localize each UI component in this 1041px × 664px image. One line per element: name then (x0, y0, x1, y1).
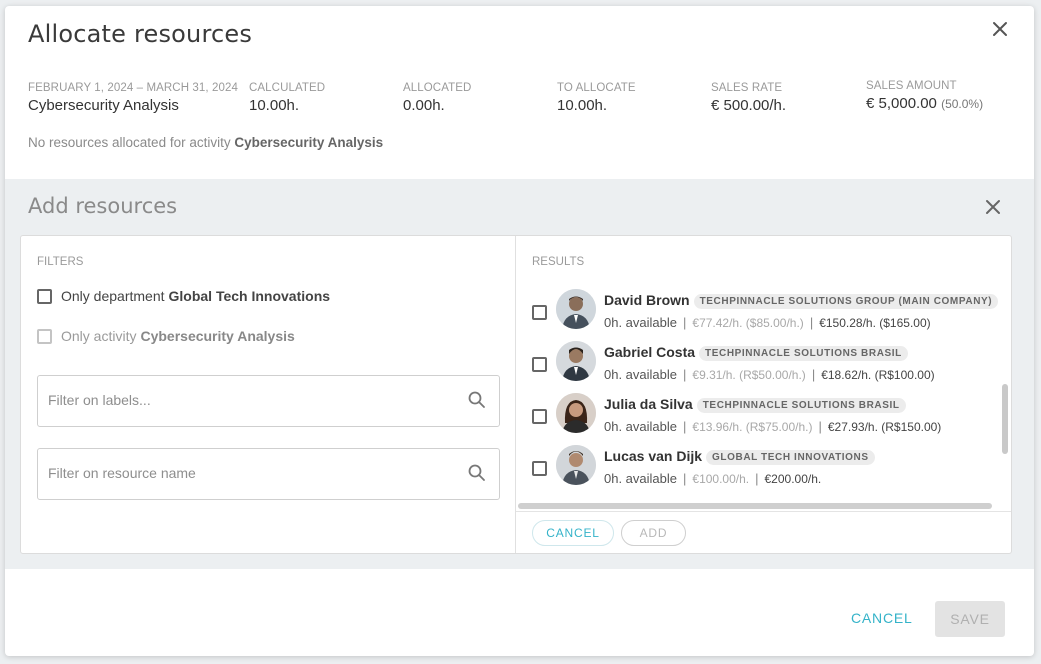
company-tag: TECHPINNACLE SOLUTIONS BRASIL (696, 398, 906, 413)
activity-name: Cybersecurity Analysis (28, 97, 179, 114)
labels-filter-input[interactable] (48, 392, 448, 408)
result-name-line: Lucas van Dijk GLOBAL TECH INNOVATIONS (604, 448, 875, 465)
to-allocate-label: TO ALLOCATE (557, 82, 636, 94)
dialog-title: Allocate resources (28, 20, 253, 48)
result-meta: 0h. available | €13.96/h. (R$75.00/h.) | €27… (604, 419, 942, 434)
summary-sales-rate: SALES RATE € 500.00/h. (711, 82, 786, 114)
resource-name: Gabriel Costa (604, 344, 696, 360)
period-label: FEBRUARY 1, 2024 – MARCH 31, 2024 (28, 82, 238, 94)
only-activity-value: Cybersecurity Analysis (140, 328, 295, 344)
only-activity-filter: Only activity Cybersecurity Analysis (37, 328, 295, 344)
calculated-label: CALCULATED (249, 82, 326, 94)
summary-allocated: ALLOCATED 0.00h. (403, 82, 471, 114)
result-name-line: David Brown TECHPINNACLE SOLUTIONS GROUP … (604, 292, 999, 309)
sales-rate: €27.93/h. (R$150.00) (827, 420, 942, 434)
result-checkbox[interactable] (532, 461, 547, 476)
only-department-value: Global Tech Innovations (168, 288, 331, 304)
cost-rate: €13.96/h. (R$75.00/h.) (692, 420, 813, 434)
result-meta: 0h. available | €9.31/h. (R$50.00/h.) | €18.… (604, 367, 935, 382)
summary-calculated: CALCULATED 10.00h. (249, 82, 325, 114)
calculated-value: 10.00h. (249, 97, 300, 114)
sales-rate: €150.28/h. ($165.00) (819, 316, 931, 330)
no-resources-message: No resources allocated for activity Cybe… (28, 135, 383, 150)
allocated-label: ALLOCATED (403, 82, 472, 94)
allocated-value: 0.00h. (403, 97, 445, 114)
add-resources-panel: FILTERS Only department Global Tech Inno… (20, 235, 1012, 554)
result-name-line: Julia da Silva TECHPINNACLE SOLUTIONS BRA… (604, 396, 906, 413)
close-add-resources-icon[interactable] (983, 197, 1003, 217)
avatar (556, 289, 596, 329)
add-resources-title: Add resources (28, 194, 178, 218)
only-activity-label: Only activity (61, 328, 137, 344)
result-row[interactable]: Julia da Silva TECHPINNACLE SOLUTIONS BRA… (516, 388, 1006, 440)
result-checkbox[interactable] (532, 357, 547, 372)
filters-panel: FILTERS Only department Global Tech Inno… (21, 236, 516, 553)
sales-rate: €200.00/h. (764, 472, 822, 486)
allocate-resources-dialog: Allocate resources FEBRUARY 1, 2024 – MA… (5, 6, 1034, 656)
cancel-add-button[interactable]: CANCEL (532, 520, 614, 546)
filters-label: FILTERS (37, 256, 84, 268)
result-checkbox[interactable] (532, 409, 547, 424)
result-row[interactable]: Gabriel Costa TECHPINNACLE SOLUTIONS BRAS… (516, 336, 1006, 388)
result-row[interactable]: David Brown TECHPINNACLE SOLUTIONS GROUP … (516, 284, 1006, 336)
results-vertical-scrollbar[interactable] (1001, 284, 1009, 510)
divider (516, 511, 1011, 512)
result-row[interactable]: Lucas van Dijk GLOBAL TECH INNOVATIONS 0h… (516, 440, 1006, 492)
avatar (556, 445, 596, 485)
resource-name: Julia da Silva (604, 396, 693, 412)
close-dialog-icon[interactable] (990, 19, 1010, 39)
company-tag: GLOBAL TECH INNOVATIONS (706, 450, 875, 465)
summary-period: FEBRUARY 1, 2024 – MARCH 31, 2024 Cybers… (28, 82, 238, 114)
results-horizontal-scrollbar[interactable] (518, 503, 992, 509)
results-panel: RESULTS David Brown TECHPINNACLE SOLUTION… (516, 236, 1011, 553)
search-icon[interactable] (467, 463, 487, 483)
avatar (556, 341, 596, 381)
result-name-line: Gabriel Costa TECHPINNACLE SOLUTIONS BRAS… (604, 344, 908, 361)
cancel-button[interactable]: CANCEL (851, 610, 913, 626)
cost-rate: €9.31/h. (R$50.00/h.) (692, 368, 806, 382)
availability: 0h. available (604, 367, 677, 382)
resource-name-filter-input[interactable] (48, 465, 448, 481)
allocation-summary: FEBRUARY 1, 2024 – MARCH 31, 2024 Cybers… (5, 80, 1034, 122)
availability: 0h. available (604, 471, 677, 486)
sales-amount-label: SALES AMOUNT (866, 80, 957, 92)
avatar (556, 393, 596, 433)
sales-rate-label: SALES RATE (711, 82, 783, 94)
only-activity-checkbox (37, 328, 52, 344)
availability: 0h. available (604, 419, 677, 434)
labels-filter-box (37, 375, 500, 427)
sales-rate-value: € 500.00/h. (711, 97, 787, 114)
only-department-label: Only department (61, 288, 165, 304)
add-resources-section: Add resources FILTERS Only department Gl… (5, 179, 1034, 569)
sales-rate: €18.62/h. (R$100.00) (821, 368, 935, 382)
resource-name: David Brown (604, 292, 690, 308)
result-meta: 0h. available | €77.42/h. ($85.00/h.) | €150… (604, 315, 931, 330)
results-label: RESULTS (532, 256, 585, 268)
cost-rate: €100.00/h. (692, 472, 750, 486)
result-checkbox[interactable] (532, 305, 547, 320)
availability: 0h. available (604, 315, 677, 330)
resource-name: Lucas van Dijk (604, 448, 703, 464)
sales-amount-value: € 5,000.00 (50.0%) (866, 95, 983, 112)
only-department-filter[interactable]: Only department Global Tech Innovations (37, 288, 330, 304)
search-icon[interactable] (467, 390, 487, 410)
result-meta: 0h. available | €100.00/h. | €200.00/h. (604, 471, 822, 486)
add-button[interactable]: ADD (621, 520, 686, 546)
only-department-checkbox[interactable] (37, 288, 52, 304)
to-allocate-value: 10.00h. (557, 97, 608, 114)
results-list: David Brown TECHPINNACLE SOLUTIONS GROUP … (516, 284, 1011, 512)
summary-to-allocate: TO ALLOCATE 10.00h. (557, 82, 636, 114)
save-button[interactable]: SAVE (935, 601, 1005, 637)
no-resources-activity: Cybersecurity Analysis (234, 135, 384, 150)
summary-sales-amount: SALES AMOUNT € 5,000.00 (50.0%) (866, 80, 983, 112)
scrollbar-thumb[interactable] (1002, 384, 1008, 454)
sales-amount-number: € 5,000.00 (866, 95, 937, 112)
name-filter-box (37, 448, 500, 500)
no-resources-text: No resources allocated for activity (28, 135, 231, 150)
company-tag: TECHPINNACLE SOLUTIONS GROUP (MAIN COMPA… (693, 294, 999, 309)
company-tag: TECHPINNACLE SOLUTIONS BRASIL (699, 346, 908, 361)
sales-amount-percent: (50.0%) (941, 97, 984, 111)
cost-rate: €77.42/h. ($85.00/h.) (692, 316, 804, 330)
